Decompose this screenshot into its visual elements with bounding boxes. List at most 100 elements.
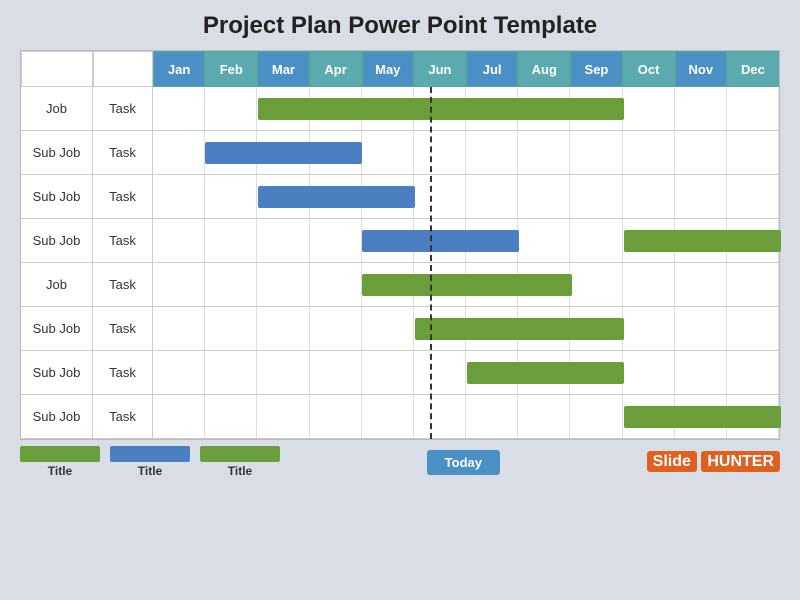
gantt-grid-col [570,175,622,218]
gantt-grid-col [518,395,570,438]
row-job-label: Sub Job [21,395,93,438]
gantt-area [153,395,779,438]
legend-label: Title [48,464,72,478]
header-job-col [21,51,93,87]
gantt-grid-col [570,263,622,306]
gantt-grid-col [205,87,257,130]
gantt-grid-col [362,395,414,438]
gantt-row-7: Sub JobTask [21,395,779,439]
gantt-grid-col [310,395,362,438]
gantt-grid-col [257,219,309,262]
header-task-col [93,51,153,87]
gantt-grid-col [257,351,309,394]
brand: Slide HUNTER [647,453,780,471]
gantt-row-4: JobTask [21,263,779,307]
gantt-grid-col [257,307,309,350]
gantt-grid-col [205,219,257,262]
gantt-row-6: Sub JobTask [21,351,779,395]
gantt-grid-col [623,175,675,218]
gantt-grid-col [153,307,205,350]
month-header-jul: Jul [466,51,518,87]
gantt-row-5: Sub JobTask [21,307,779,351]
gantt-area [153,307,779,350]
month-header-oct: Oct [623,51,675,87]
page-title: Project Plan Power Point Template [203,12,597,40]
month-header-dec: Dec [727,51,779,87]
month-header-jan: Jan [153,51,205,87]
row-job-label: Job [21,87,93,130]
gantt-grid-col [153,87,205,130]
legend-label: Title [228,464,252,478]
gantt-bar-0 [362,274,571,296]
gantt-chart: JanFebMarAprMayJunJulAugSepOctNovDec Job… [20,50,780,440]
gantt-grid-col [727,263,779,306]
gantt-grid-col [570,219,622,262]
gantt-grid-col [675,175,727,218]
gantt-bar-0 [362,230,519,252]
gantt-grid-col [518,131,570,174]
gantt-grid-col [518,219,570,262]
gantt-grid-col [414,395,466,438]
gantt-grid-col [623,131,675,174]
row-task-label: Task [93,219,153,262]
gantt-bar-0 [624,406,781,428]
row-task-label: Task [93,307,153,350]
gantt-area [153,351,779,394]
row-task-label: Task [93,131,153,174]
month-header-sep: Sep [570,51,622,87]
month-header-feb: Feb [205,51,257,87]
row-job-label: Sub Job [21,175,93,218]
gantt-grid-col [205,351,257,394]
row-job-label: Sub Job [21,351,93,394]
month-headers: JanFebMarAprMayJunJulAugSepOctNovDec [153,51,779,87]
gantt-grid-col [205,175,257,218]
gantt-area [153,219,779,262]
footer: Title Title Title Today Slide HUNTER [20,446,780,478]
gantt-grid-col [727,307,779,350]
gantt-grid-col [310,351,362,394]
gantt-grid-col [727,131,779,174]
gantt-grid-col [362,131,414,174]
gantt-grid-col [466,395,518,438]
gantt-grid-col [362,307,414,350]
gantt-area [153,87,779,130]
gantt-grid-col [623,307,675,350]
month-header-apr: Apr [310,51,362,87]
gantt-grid-col [362,351,414,394]
gantt-grid-col [153,395,205,438]
gantt-grid-col [727,87,779,130]
gantt-grid-col [727,175,779,218]
gantt-grid-col [675,263,727,306]
brand-text: Slide [647,451,697,472]
gantt-grid-col [153,131,205,174]
month-header-mar: Mar [257,51,309,87]
legend: Title Title Title [20,446,280,478]
gantt-grid-col [675,87,727,130]
legend-bar [200,446,280,462]
month-header-row: JanFebMarAprMayJunJulAugSepOctNovDec [21,51,779,87]
gantt-grid-col [205,307,257,350]
gantt-grid-col [466,131,518,174]
row-task-label: Task [93,87,153,130]
month-header-may: May [362,51,414,87]
legend-label: Title [138,464,162,478]
gantt-grid-col [466,175,518,218]
today-badge: Today [427,450,500,475]
row-task-label: Task [93,395,153,438]
gantt-row-0: JobTask [21,87,779,131]
gantt-grid-col [310,219,362,262]
gantt-grid-col [257,263,309,306]
gantt-grid-col [205,263,257,306]
gantt-row-2: Sub JobTask [21,175,779,219]
gantt-grid-col [205,395,257,438]
gantt-row-3: Sub JobTask [21,219,779,263]
gantt-bar-0 [205,142,362,164]
gantt-grid-col [570,131,622,174]
page: Project Plan Power Point Template JanFeb… [0,0,800,600]
gantt-grid [153,175,779,218]
legend-item-2: Title [200,446,280,478]
gantt-grid-col [153,351,205,394]
gantt-grid-col [727,351,779,394]
gantt-grid-col [310,263,362,306]
row-task-label: Task [93,263,153,306]
